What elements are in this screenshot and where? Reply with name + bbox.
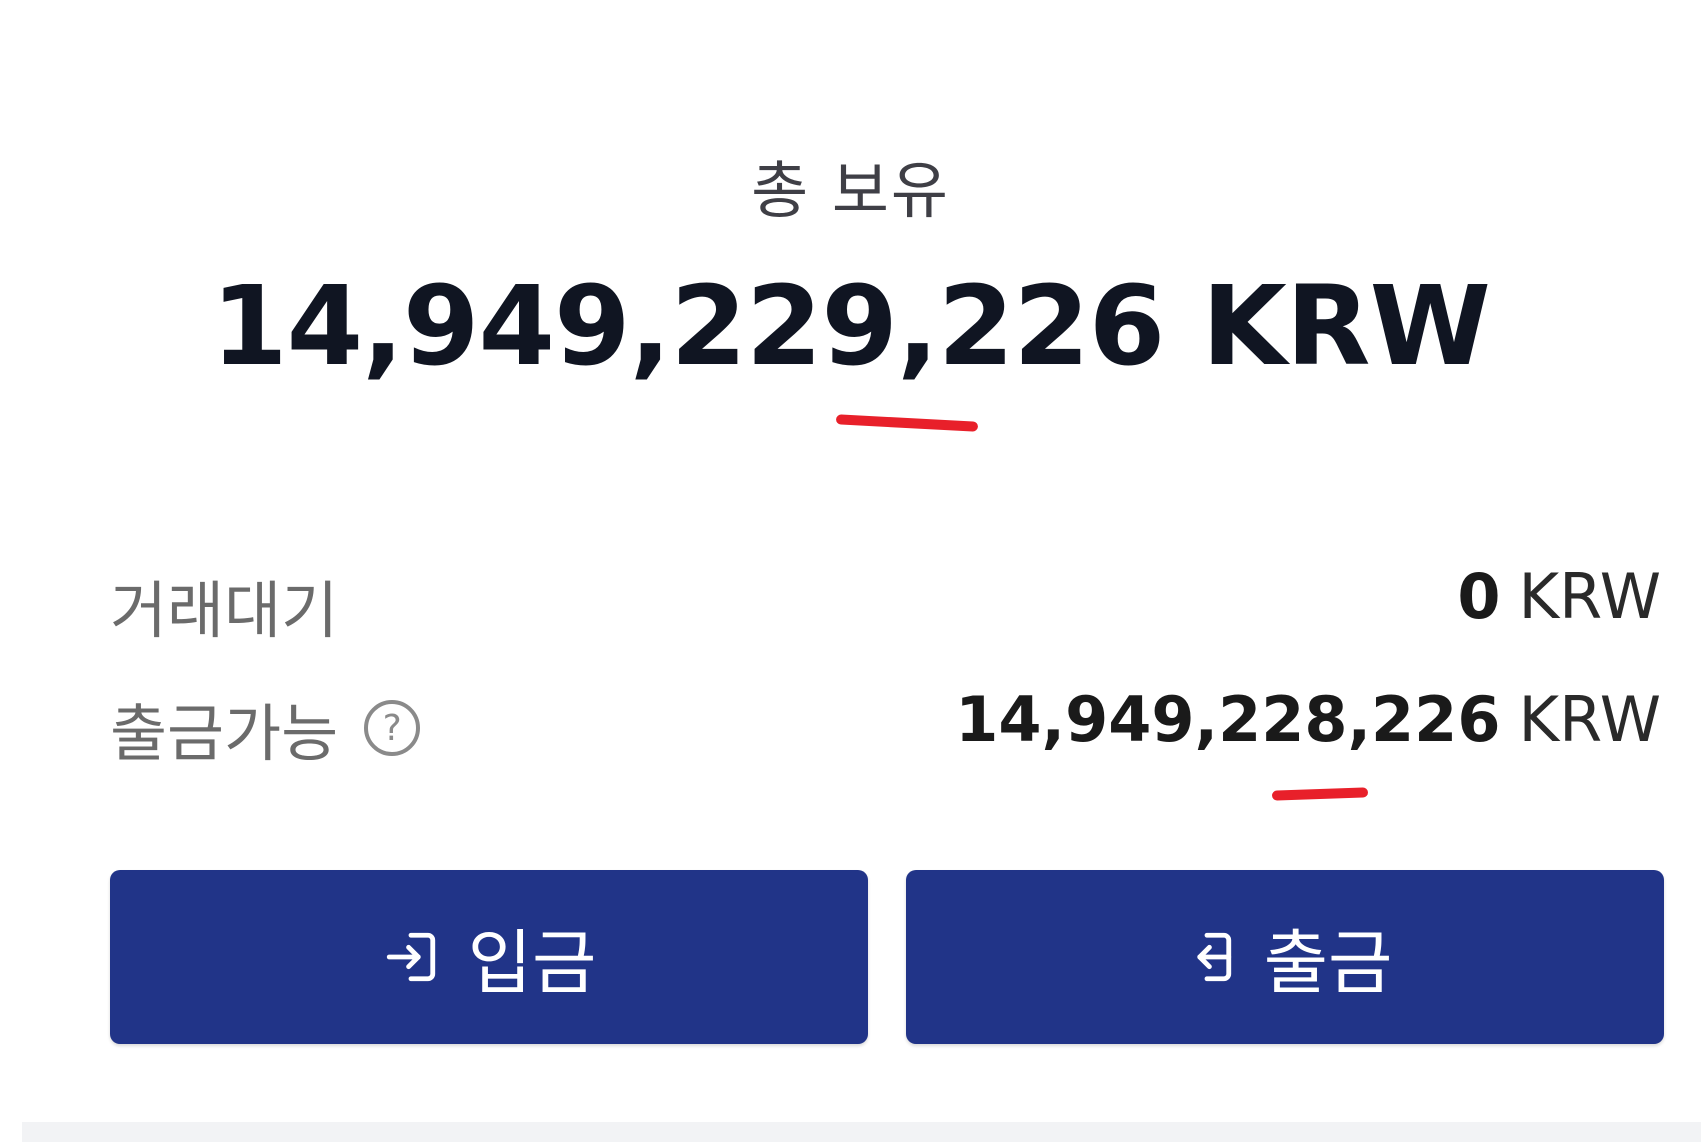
bottom-divider	[22, 1122, 1701, 1142]
withdrawable-amount: 14,949,228,226	[955, 683, 1501, 756]
pending-value: 0 KRW	[1457, 560, 1661, 633]
withdrawable-label: 출금가능 ?	[110, 683, 421, 773]
deposit-arrow-icon	[386, 932, 435, 982]
red-annotation-underline	[1271, 787, 1369, 801]
pending-row: 거래대기 0 KRW	[110, 560, 1661, 647]
pending-currency: KRW	[1518, 560, 1661, 633]
withdrawable-value: 14,949,228,226 KRW	[955, 683, 1661, 756]
withdrawable-label-text: 출금가능	[110, 697, 339, 770]
withdrawable-currency: KRW	[1518, 683, 1661, 756]
deposit-label: 입금	[467, 921, 597, 1004]
withdraw-arrow-icon	[1196, 932, 1231, 982]
red-annotation-underline	[835, 414, 979, 432]
withdraw-label: 출금	[1263, 921, 1393, 1004]
withdraw-button[interactable]: 출금	[906, 870, 1664, 1044]
pending-amount: 0	[1457, 560, 1501, 633]
deposit-button[interactable]: 입금	[110, 870, 868, 1044]
balance-card: 총 보유 14,949,229,226 KRW 거래대기 0 KRW 출금가능 ?…	[0, 0, 1701, 1142]
total-holdings-label: 총 보유	[751, 154, 950, 227]
total-holdings-amount: 14,949,229,226 KRW	[211, 262, 1491, 390]
pending-label: 거래대기	[110, 560, 338, 650]
pending-label-text: 거래대기	[110, 574, 339, 647]
withdrawable-row: 출금가능 ? 14,949,228,226 KRW	[110, 683, 1661, 770]
question-circle-icon[interactable]: ?	[364, 700, 421, 756]
